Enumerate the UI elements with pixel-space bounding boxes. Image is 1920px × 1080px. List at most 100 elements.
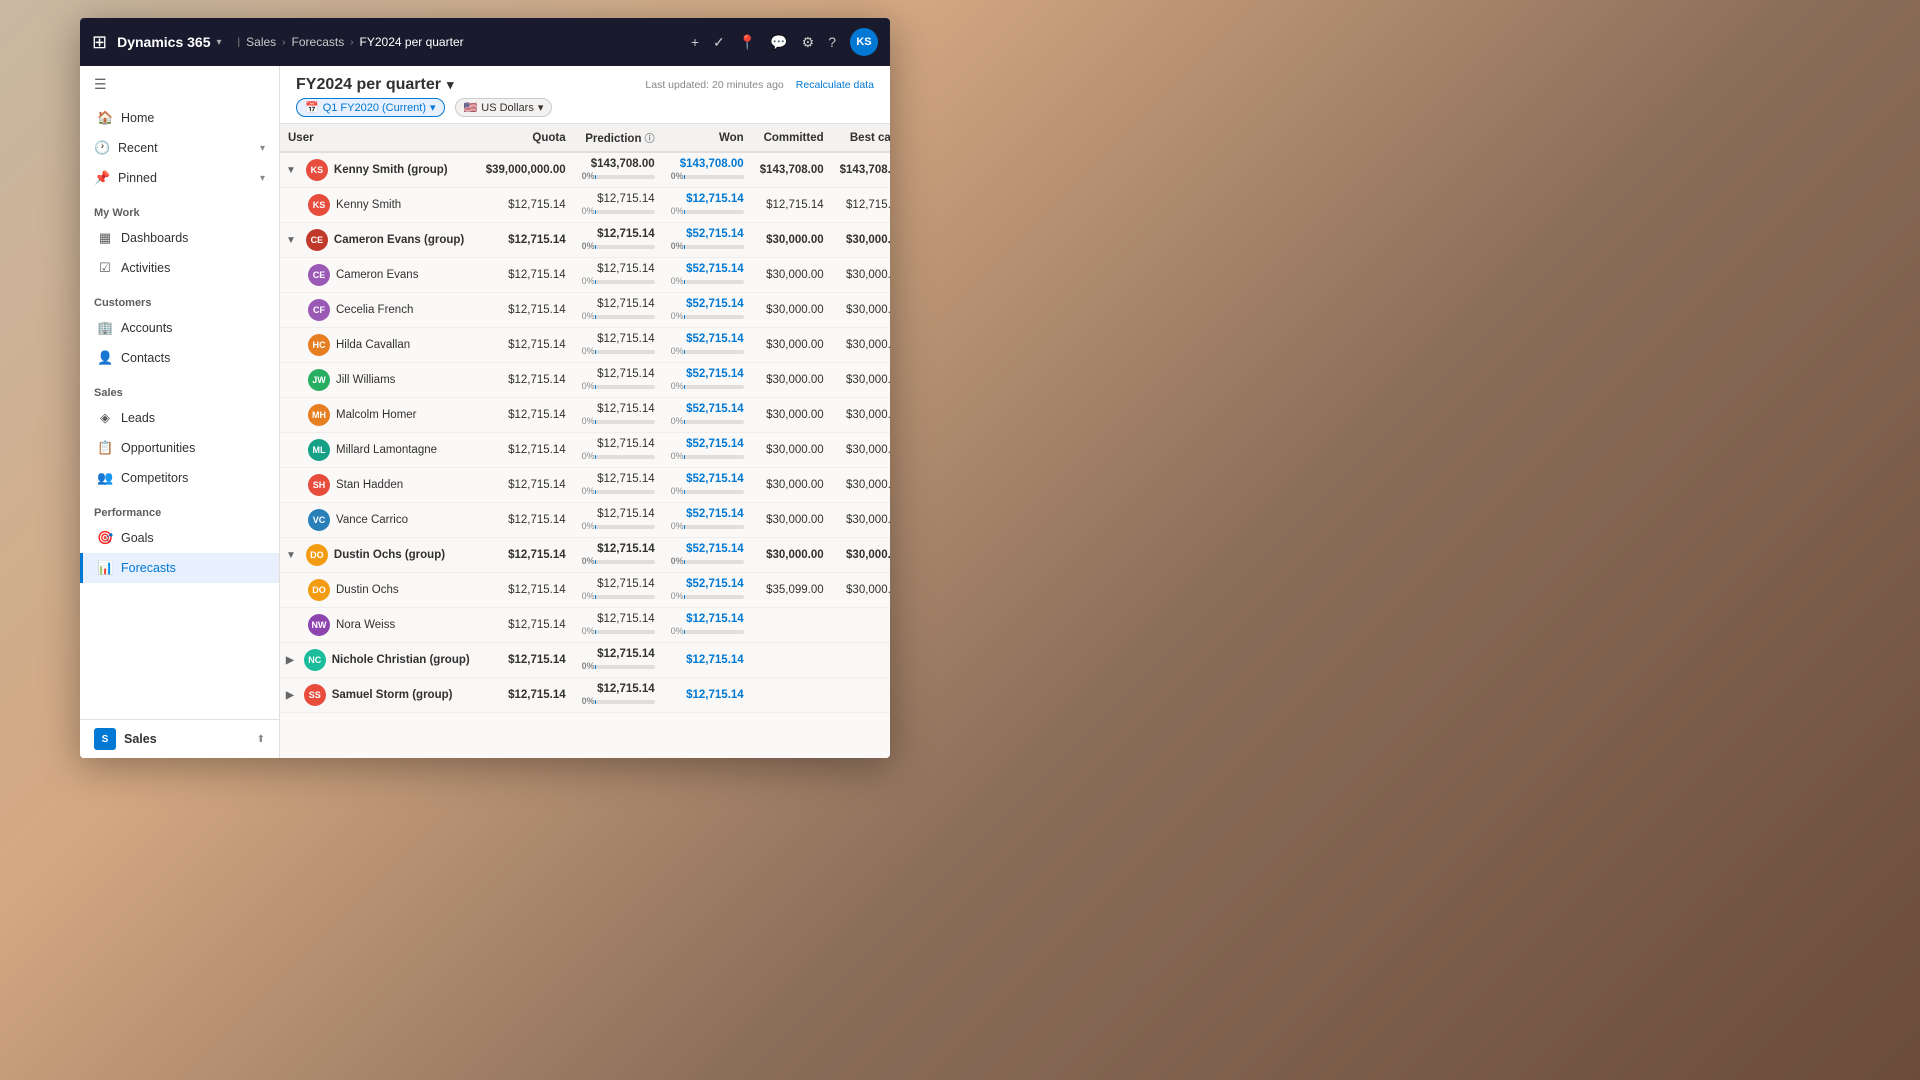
quota-value: $12,715.14 <box>478 293 574 328</box>
breadcrumb-forecasts[interactable]: Forecasts <box>292 35 345 49</box>
last-updated-text: Last updated: 20 minutes ago <box>645 79 783 91</box>
group-avatar: SS <box>304 684 326 706</box>
period-filter[interactable]: 📅 Q1 FY2020 (Current) ▾ <box>296 98 445 117</box>
user-cell: MH Malcolm Homer <box>280 398 478 433</box>
sidebar-item-competitors[interactable]: 👥 Competitors <box>80 463 279 493</box>
won-progress-bar <box>684 490 744 494</box>
user-cell: HC Hilda Cavallan <box>280 328 478 363</box>
won-cell: $52,715.140% <box>663 468 752 503</box>
sidebar-activities-label: Activities <box>121 261 170 275</box>
prediction-progress-bar <box>595 420 655 424</box>
prediction-value: $143,708.00 <box>591 158 655 170</box>
user-cell-inner: ML Millard Lamontagne <box>308 439 470 461</box>
quota-value: $12,715.14 <box>478 573 574 608</box>
user-cell: ML Millard Lamontagne <box>280 433 478 468</box>
add-icon[interactable]: + <box>691 34 699 50</box>
row-toggle-icon[interactable]: ▼ <box>286 550 296 561</box>
sidebar-item-recent[interactable]: 🕐 Recent ▾ <box>80 133 279 163</box>
table-header-row: User Quota Prediction ⓘ Won Committed Be… <box>280 124 890 152</box>
breadcrumb: | Sales › Forecasts › FY2024 per quarter <box>238 35 464 49</box>
group-avatar: KS <box>306 159 328 181</box>
check-icon[interactable]: ✓ <box>713 34 725 51</box>
app-switcher-chevron-icon: ⬆ <box>257 734 265 745</box>
prediction-pct: 0% <box>582 696 595 706</box>
quota-value: $12,715.14 <box>478 538 574 573</box>
won-value: $12,715.14 <box>686 613 744 625</box>
prediction-progress-bar <box>595 210 655 214</box>
table-row: ▶ NC Nichole Christian (group) $12,715.1… <box>280 643 890 678</box>
table-row: VC Vance Carrico $12,715.14 $12,715.140%… <box>280 503 890 538</box>
forecast-title: FY2024 per quarter ▾ <box>296 76 453 94</box>
sidebar-item-accounts[interactable]: 🏢 Accounts <box>80 313 279 343</box>
won-value: $52,715.14 <box>686 438 744 450</box>
forecast-table-container[interactable]: User Quota Prediction ⓘ Won Committed Be… <box>280 124 890 758</box>
person-name: Stan Hadden <box>336 479 403 491</box>
won-cell: $52,715.140% <box>663 538 752 573</box>
recalculate-link[interactable]: Recalculate data <box>796 79 874 91</box>
quota-value: $12,715.14 <box>478 223 574 258</box>
sidebar-item-goals[interactable]: 🎯 Goals <box>80 523 279 553</box>
table-row: ▼ KS Kenny Smith (group) $39,000,000.00 … <box>280 152 890 188</box>
sidebar-performance-section: Performance 🎯 Goals 📊 Forecasts <box>80 497 279 583</box>
won-value: $52,715.14 <box>686 333 744 345</box>
currency-filter[interactable]: 🇺🇸 US Dollars ▾ <box>455 98 553 117</box>
user-avatar[interactable]: KS <box>850 28 878 56</box>
sidebar-item-activities[interactable]: ☑ Activities <box>80 253 279 283</box>
table-row: DO Dustin Ochs $12,715.14 $12,715.140% $… <box>280 573 890 608</box>
committed-value: $30,000.00 <box>752 468 832 503</box>
top-bar-actions: + ✓ 📍 💬 ⚙ ? KS <box>691 28 878 56</box>
row-toggle-icon[interactable]: ▶ <box>286 655 294 666</box>
sidebar-item-forecasts[interactable]: 📊 Forecasts <box>80 553 279 583</box>
best-case-value: $12,715.14 <box>832 188 890 223</box>
table-row: ▼ CE Cameron Evans (group) $12,715.14 $1… <box>280 223 890 258</box>
prediction-info-icon[interactable]: ⓘ <box>645 134 655 145</box>
sidebar-my-work-section: My Work ▦ Dashboards ☑ Activities <box>80 197 279 283</box>
sidebar-item-opportunities[interactable]: 📋 Opportunities <box>80 433 279 463</box>
row-toggle-icon[interactable]: ▼ <box>286 235 296 246</box>
settings-icon[interactable]: ⚙ <box>802 34 815 51</box>
help-icon[interactable]: ? <box>828 34 836 50</box>
brand[interactable]: Dynamics 365 ▾ <box>117 34 221 50</box>
user-cell-inner: CE Cameron Evans <box>308 264 470 286</box>
user-cell-inner: KS Kenny Smith <box>308 194 470 216</box>
brand-chevron-icon: ▾ <box>217 37 222 48</box>
forecast-table: User Quota Prediction ⓘ Won Committed Be… <box>280 124 890 713</box>
leads-icon: ◈ <box>97 410 113 426</box>
committed-value: $30,000.00 <box>752 538 832 573</box>
won-progress-bar <box>684 455 744 459</box>
quota-value: $12,715.14 <box>478 398 574 433</box>
sidebar-item-contacts[interactable]: 👤 Contacts <box>80 343 279 373</box>
pin-icon[interactable]: 📍 <box>739 34 756 51</box>
user-cell-inner: MH Malcolm Homer <box>308 404 470 426</box>
won-progress-bar <box>684 210 744 214</box>
won-pct: 0% <box>671 241 684 251</box>
sidebar-collapse-button[interactable]: ☰ <box>80 66 279 103</box>
won-value: $52,715.14 <box>686 543 744 555</box>
breadcrumb-sales[interactable]: Sales <box>246 35 276 49</box>
user-cell-inner: ▶ NC Nichole Christian (group) <box>286 649 470 671</box>
sidebar-item-dashboards[interactable]: ▦ Dashboards <box>80 223 279 253</box>
sidebar-competitors-label: Competitors <box>121 471 188 485</box>
forecast-title-chevron-icon[interactable]: ▾ <box>447 77 454 93</box>
sidebar-item-home[interactable]: 🏠 Home <box>80 103 279 133</box>
row-toggle-icon[interactable]: ▼ <box>286 165 296 176</box>
prediction-pct: 0% <box>582 416 595 426</box>
user-cell-inner: NW Nora Weiss <box>308 614 470 636</box>
sidebar-item-pinned[interactable]: 📌 Pinned ▾ <box>80 163 279 193</box>
table-row: JW Jill Williams $12,715.14 $12,715.140%… <box>280 363 890 398</box>
waffle-icon[interactable]: ⊞ <box>92 32 107 53</box>
recent-chevron-icon: ▾ <box>260 143 265 154</box>
sidebar-item-leads[interactable]: ◈ Leads <box>80 403 279 433</box>
won-value: $52,715.14 <box>686 578 744 590</box>
app-switcher[interactable]: S Sales ⬆ <box>80 719 279 758</box>
row-toggle-icon[interactable]: ▶ <box>286 690 294 701</box>
committed-value: $143,708.00 <box>752 152 832 188</box>
won-progress-bar <box>684 595 744 599</box>
group-name: Dustin Ochs (group) <box>334 549 445 561</box>
group-avatar: NC <box>304 649 326 671</box>
prediction-pct: 0% <box>582 171 595 181</box>
user-avatar-small: JW <box>308 369 330 391</box>
prediction-progress-bar <box>595 385 655 389</box>
chat-icon[interactable]: 💬 <box>770 34 787 51</box>
table-row: ▶ SS Samuel Storm (group) $12,715.14 $12… <box>280 678 890 713</box>
